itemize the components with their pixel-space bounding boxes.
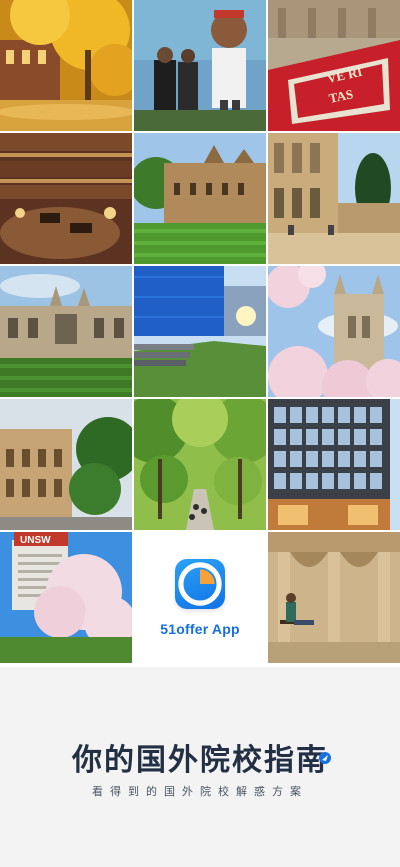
photo-tile-gothic-cloister-lawn[interactable]	[268, 133, 400, 264]
photo-tile-autumn-ginkgo-campus[interactable]	[0, 0, 132, 131]
photo-icon	[134, 0, 266, 131]
photo-grid: VE RI TAS UNSW 51offer App	[0, 0, 400, 667]
photo-icon	[268, 532, 400, 663]
photo-tile-arcade-reading-student[interactable]	[268, 532, 400, 663]
photo-icon	[0, 399, 132, 530]
photo-tile-unsw-magnolia-tree[interactable]: UNSW	[0, 532, 132, 663]
footer-section: 你的国外院校指南 看得到的国外院校解惑方案	[0, 667, 400, 867]
subline: 看得到的国外院校解惑方案	[92, 785, 308, 798]
photo-tile-classical-building-trees[interactable]	[0, 399, 132, 530]
unsw-sign-text: UNSW	[20, 535, 51, 546]
photo-icon	[268, 133, 400, 264]
location-pin-icon	[319, 752, 331, 764]
photo-icon	[0, 133, 132, 264]
pie-clock-icon	[178, 561, 222, 606]
photo-icon	[268, 266, 400, 397]
photo-icon	[268, 399, 400, 530]
app-icon[interactable]	[175, 558, 225, 609]
photo-icon	[134, 266, 266, 397]
photo-tile-sandstone-quadrangle[interactable]	[134, 133, 266, 264]
photo-icon	[134, 399, 266, 530]
photo-tile-blossom-cathedral-tower[interactable]	[268, 266, 400, 397]
photo-icon: VE RI TAS	[268, 0, 400, 131]
app-promo-tile[interactable]: 51offer App	[134, 532, 266, 663]
photo-icon: UNSW	[0, 532, 132, 663]
photo-icon	[134, 133, 266, 264]
photo-tile-library-reading-room[interactable]	[0, 133, 132, 264]
photo-tile-gothic-college-facade[interactable]	[0, 266, 132, 397]
photo-tile-university-crest-banner[interactable]: VE RI TAS	[268, 0, 400, 131]
photo-icon	[0, 0, 132, 131]
photo-icon	[0, 266, 132, 397]
photo-tile-modern-glass-building[interactable]	[134, 266, 266, 397]
photo-tile-students-mural-wall[interactable]	[134, 0, 266, 131]
photo-tile-modern-brick-building[interactable]	[268, 399, 400, 530]
app-name-label: 51offer App	[160, 620, 240, 637]
headline: 你的国外院校指南	[72, 743, 328, 778]
photo-tile-tree-lined-walkway[interactable]	[134, 399, 266, 530]
